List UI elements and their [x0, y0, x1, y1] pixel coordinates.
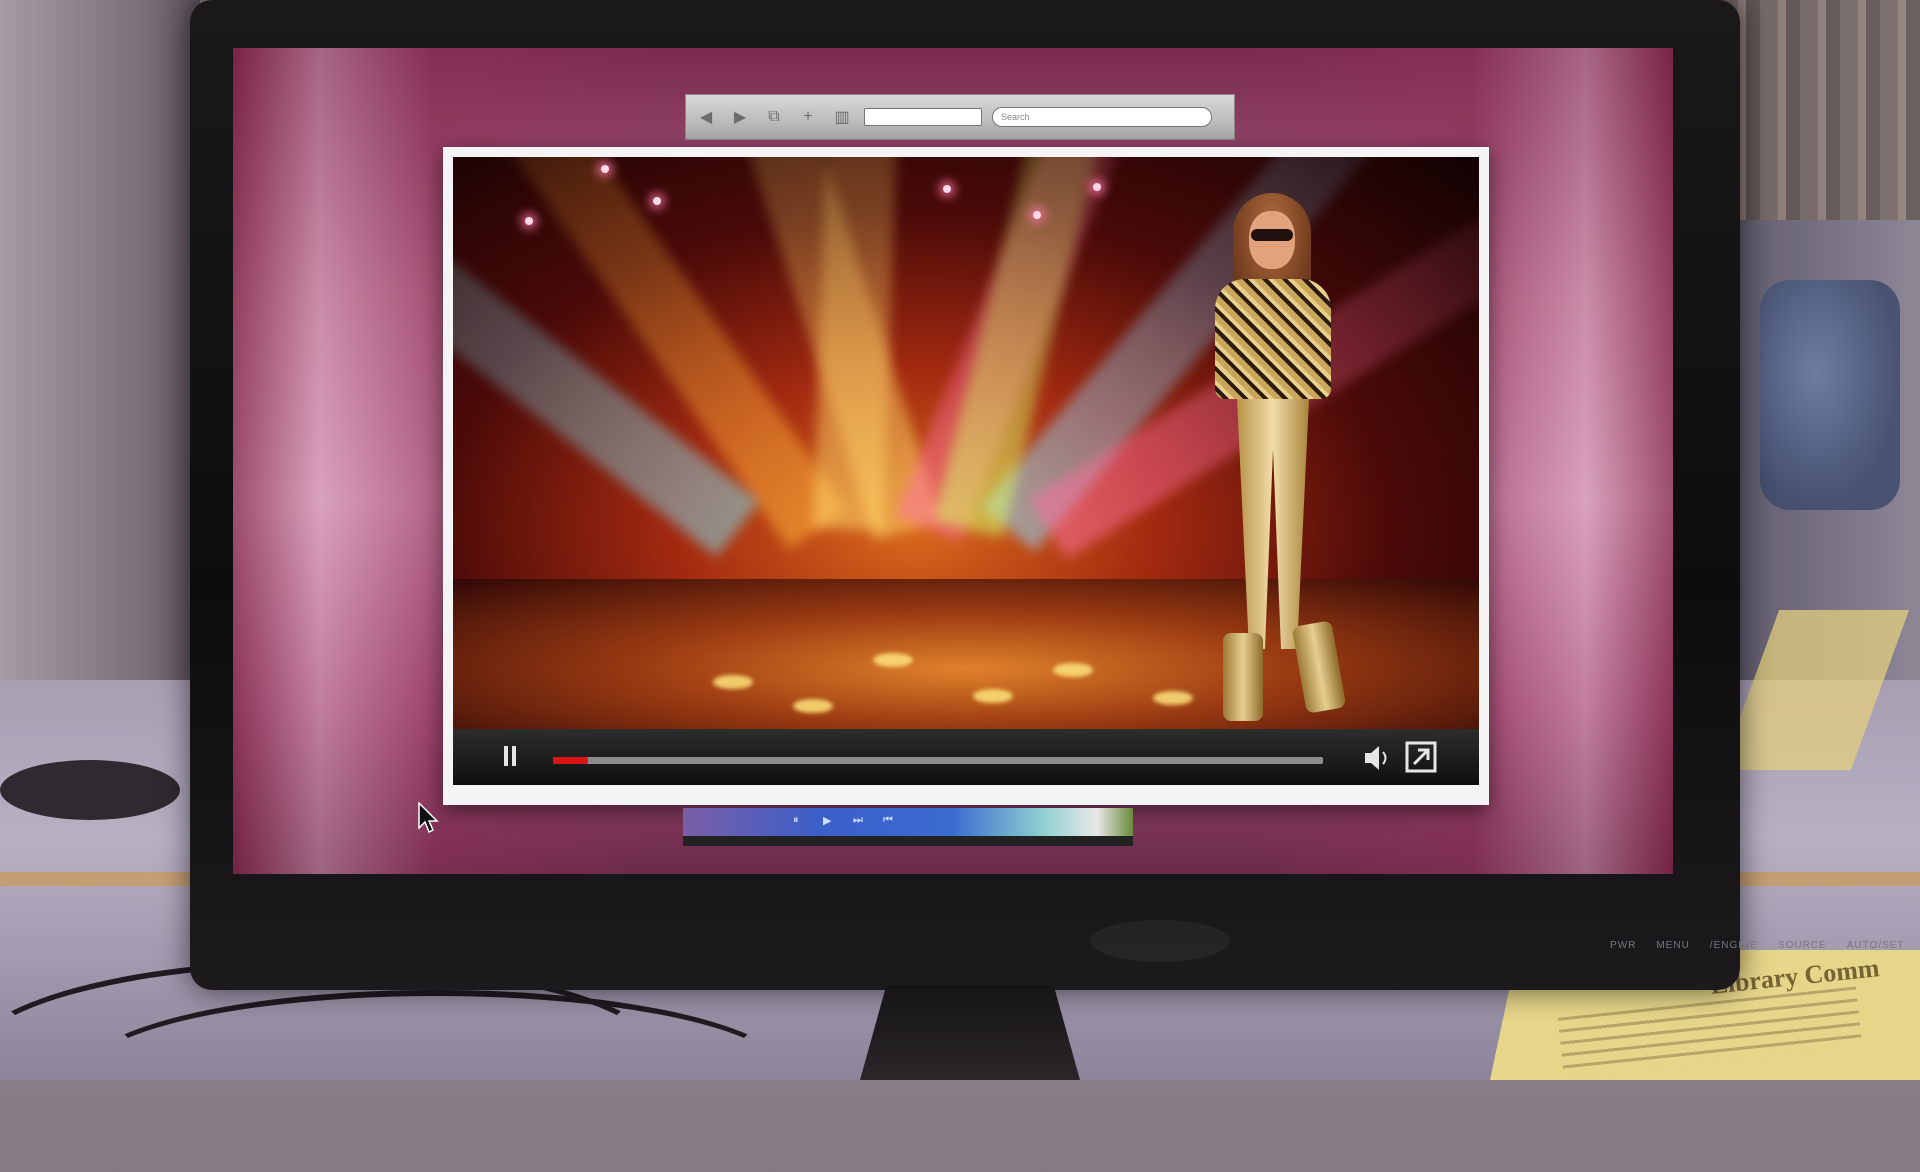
floor-light	[1053, 663, 1093, 677]
monitor-buttons: PWR MENU /ENGINE SOURCE AUTO/SET	[1610, 940, 1905, 951]
monitor-button-menu[interactable]: MENU	[1656, 940, 1689, 951]
speaker-icon	[1365, 746, 1387, 770]
ceiling-light	[1093, 183, 1101, 191]
dock-next-icon[interactable]: ⏭	[853, 814, 863, 827]
monitor-logo	[1090, 920, 1230, 962]
bookshelf	[1720, 0, 1920, 220]
fullscreen-button[interactable]	[1405, 741, 1437, 773]
monitor-button-autoset[interactable]: AUTO/SET	[1847, 940, 1905, 951]
pause-icon-bar	[512, 746, 516, 766]
ceiling-light	[525, 217, 533, 225]
dancer-sunglasses	[1251, 229, 1293, 241]
add-tab-icon[interactable]: +	[796, 105, 820, 129]
ceiling-light	[1033, 211, 1041, 219]
mouse-cursor-icon	[418, 802, 439, 834]
progress-bar[interactable]	[553, 757, 1323, 764]
monitor-stand	[860, 985, 1080, 1080]
dancer-sequin-top	[1215, 279, 1331, 399]
dock-prev-icon[interactable]: ⏮	[883, 814, 893, 827]
monitor-button-source[interactable]: SOURCE	[1778, 940, 1827, 951]
video-controls	[453, 729, 1479, 785]
back-arrow-icon[interactable]: ◀	[694, 105, 718, 129]
floor-light	[713, 675, 753, 689]
dancer-gold-pants	[1237, 399, 1309, 649]
monitor-button-power[interactable]: PWR	[1610, 940, 1636, 951]
forward-arrow-icon[interactable]: ▶	[728, 105, 752, 129]
dock-pause-icon[interactable]: ⏸	[793, 814, 799, 827]
ceiling-light	[601, 165, 609, 173]
screen: ◀ ▶ ⧉ + ▥ Search ⏸ ▶ ⏭ ⏮	[233, 48, 1673, 874]
floor-light	[973, 689, 1013, 703]
monitor-button-engine[interactable]: /ENGINE	[1710, 940, 1758, 951]
floor-light	[873, 653, 913, 667]
cable	[80, 990, 792, 1162]
taskbar-dock: ⏸ ▶ ⏭ ⏮	[683, 808, 1133, 846]
progress-fill	[553, 757, 588, 764]
dancer-boot-right	[1291, 620, 1347, 714]
chair	[1760, 280, 1900, 510]
fullscreen-icon	[1405, 741, 1437, 773]
floor-light	[793, 699, 833, 713]
dancer-figure	[1193, 193, 1353, 723]
bookmarks-icon[interactable]: ▥	[830, 105, 854, 129]
video-frame-image[interactable]	[453, 157, 1479, 729]
tabs-icon[interactable]: ⧉	[762, 105, 786, 129]
dock-play-icon[interactable]: ▶	[823, 814, 831, 827]
browser-toolbar: ◀ ▶ ⧉ + ▥ Search	[685, 94, 1235, 140]
pause-icon-bar	[504, 746, 508, 766]
search-input[interactable]: Search	[992, 107, 1212, 127]
volume-button[interactable]	[1361, 743, 1393, 773]
address-bar[interactable]	[864, 108, 982, 126]
desk-grommet	[0, 760, 180, 820]
floor-light	[1153, 691, 1193, 705]
video-window	[443, 147, 1489, 805]
ceiling-light	[653, 197, 661, 205]
pause-button[interactable]	[495, 741, 525, 771]
ceiling-light	[943, 185, 951, 193]
dancer-boot-left	[1223, 633, 1263, 721]
